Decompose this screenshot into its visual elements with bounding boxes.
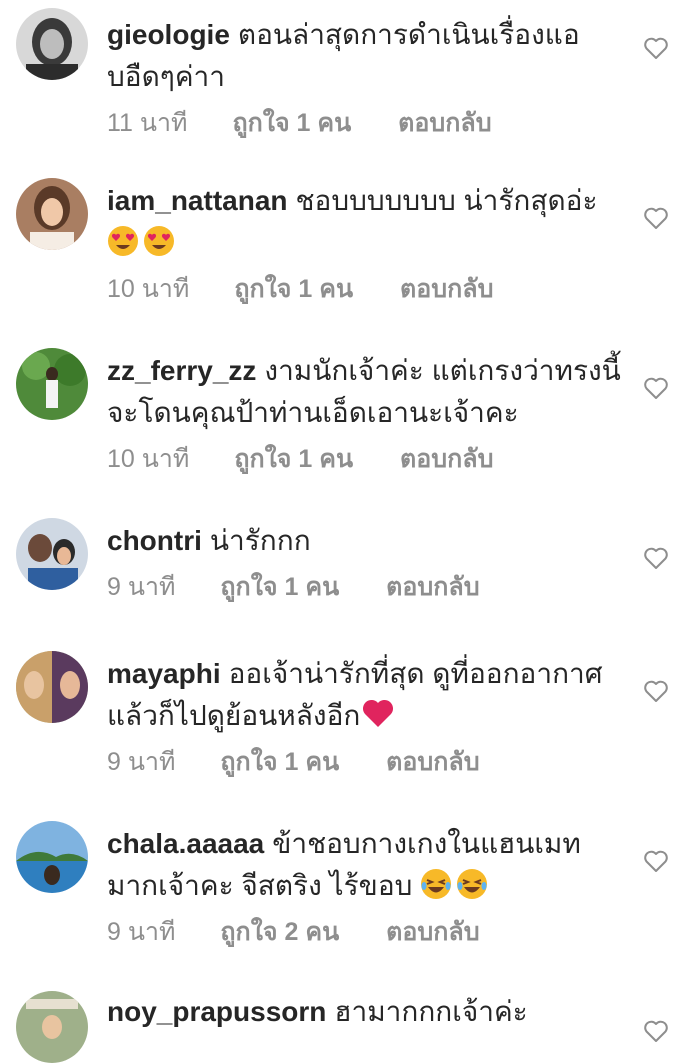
comment-text: gieologie ตอนล่าสุดการดำเนินเรื่องแอบอืดๆ… [107, 14, 622, 98]
comment-body: น่ารักกก [209, 525, 311, 556]
reply-button[interactable]: ตอบกลับ [400, 272, 493, 306]
reply-button[interactable]: ตอบกลับ [398, 106, 491, 140]
comment-username[interactable]: chala.aaaaa [107, 828, 264, 859]
comment-meta: 9 นาที ถูกใจ 1 คน ตอบกลับ [107, 745, 622, 779]
comment-time: 9 นาที [107, 573, 176, 601]
heart-outline-icon[interactable] [643, 679, 669, 703]
comment-username[interactable]: noy_prapussorn [107, 996, 326, 1027]
heart-outline-icon[interactable] [643, 206, 669, 230]
reply-button[interactable]: ตอบกลับ [386, 745, 479, 779]
comment-likes[interactable]: ถูกใจ 1 คน [220, 570, 339, 604]
comment-meta: 9 นาที ถูกใจ 1 คน ตอบกลับ [107, 570, 622, 604]
laughing-emoji [457, 869, 488, 899]
avatar[interactable] [16, 178, 88, 250]
comment-time: 9 นาที [107, 918, 176, 946]
comment-body: ชอบบบบบบบ น่ารักสุดอ่ะ [295, 185, 598, 216]
heart-outline-icon[interactable] [643, 849, 669, 873]
comment-likes[interactable]: ถูกใจ 1 คน [232, 106, 351, 140]
reply-button[interactable]: ตอบกลับ [386, 570, 479, 604]
comment-text: chontri น่ารักกก [107, 520, 622, 562]
heart-outline-icon[interactable] [643, 546, 669, 570]
comment-text: mayaphi ออเจ้าน่ารักที่สุด ดูที่ออกอากาศแ… [107, 653, 622, 737]
comment-text: iam_nattanan ชอบบบบบบบ น่ารักสุดอ่ะ [107, 180, 622, 264]
comment-likes[interactable]: ถูกใจ 1 คน [220, 745, 339, 779]
reply-button[interactable]: ตอบกลับ [400, 442, 493, 476]
comment-meta: 10 นาที ถูกใจ 1 คน ตอบกลับ [107, 442, 622, 476]
comment-text: chala.aaaaa ข้าชอบกางเกงในแฮนเมทมากเจ้าคะ… [107, 823, 622, 907]
laughing-emoji [421, 869, 452, 899]
avatar[interactable] [16, 518, 88, 590]
reply-button[interactable]: ตอบกลับ [386, 915, 479, 949]
comment-text: noy_prapussorn ฮามากกกเจ้าค่ะ [107, 991, 622, 1033]
comment-time: 10 นาที [107, 445, 190, 473]
heart-outline-icon[interactable] [643, 1019, 669, 1043]
heart-eyes-emoji [144, 226, 174, 256]
avatar[interactable] [16, 821, 88, 893]
comment-username[interactable]: gieologie [107, 19, 230, 50]
heart-outline-icon[interactable] [643, 376, 669, 400]
comment-body: ฮามากกกเจ้าค่ะ [334, 996, 528, 1027]
comment-meta: 9 นาที ถูกใจ 2 คน ตอบกลับ [107, 915, 622, 949]
heart-eyes-emoji [108, 226, 138, 256]
comment-likes[interactable]: ถูกใจ 1 คน [234, 272, 353, 306]
comment-likes[interactable]: ถูกใจ 1 คน [234, 442, 353, 476]
comment-text: zz_ferry_zz งามนักเจ้าค่ะ แต่เกรงว่าทรงนี… [107, 350, 622, 434]
avatar[interactable] [16, 991, 88, 1063]
avatar[interactable] [16, 348, 88, 420]
red-heart-emoji [363, 699, 394, 727]
heart-outline-icon[interactable] [643, 36, 669, 60]
comment-meta: 10 นาที ถูกใจ 1 คน ตอบกลับ [107, 272, 622, 306]
comment-likes[interactable]: ถูกใจ 2 คน [220, 915, 339, 949]
comment-time: 10 นาที [107, 275, 190, 303]
comment-username[interactable]: zz_ferry_zz [107, 355, 256, 386]
comment-time: 9 นาที [107, 748, 176, 776]
comment-username[interactable]: iam_nattanan [107, 185, 288, 216]
avatar[interactable] [16, 8, 88, 80]
comment-time: 11 นาที [107, 109, 188, 137]
comment-username[interactable]: mayaphi [107, 658, 221, 689]
comment-username[interactable]: chontri [107, 525, 202, 556]
avatar[interactable] [16, 651, 88, 723]
comment-meta: 11 นาที ถูกใจ 1 คน ตอบกลับ [107, 106, 622, 140]
